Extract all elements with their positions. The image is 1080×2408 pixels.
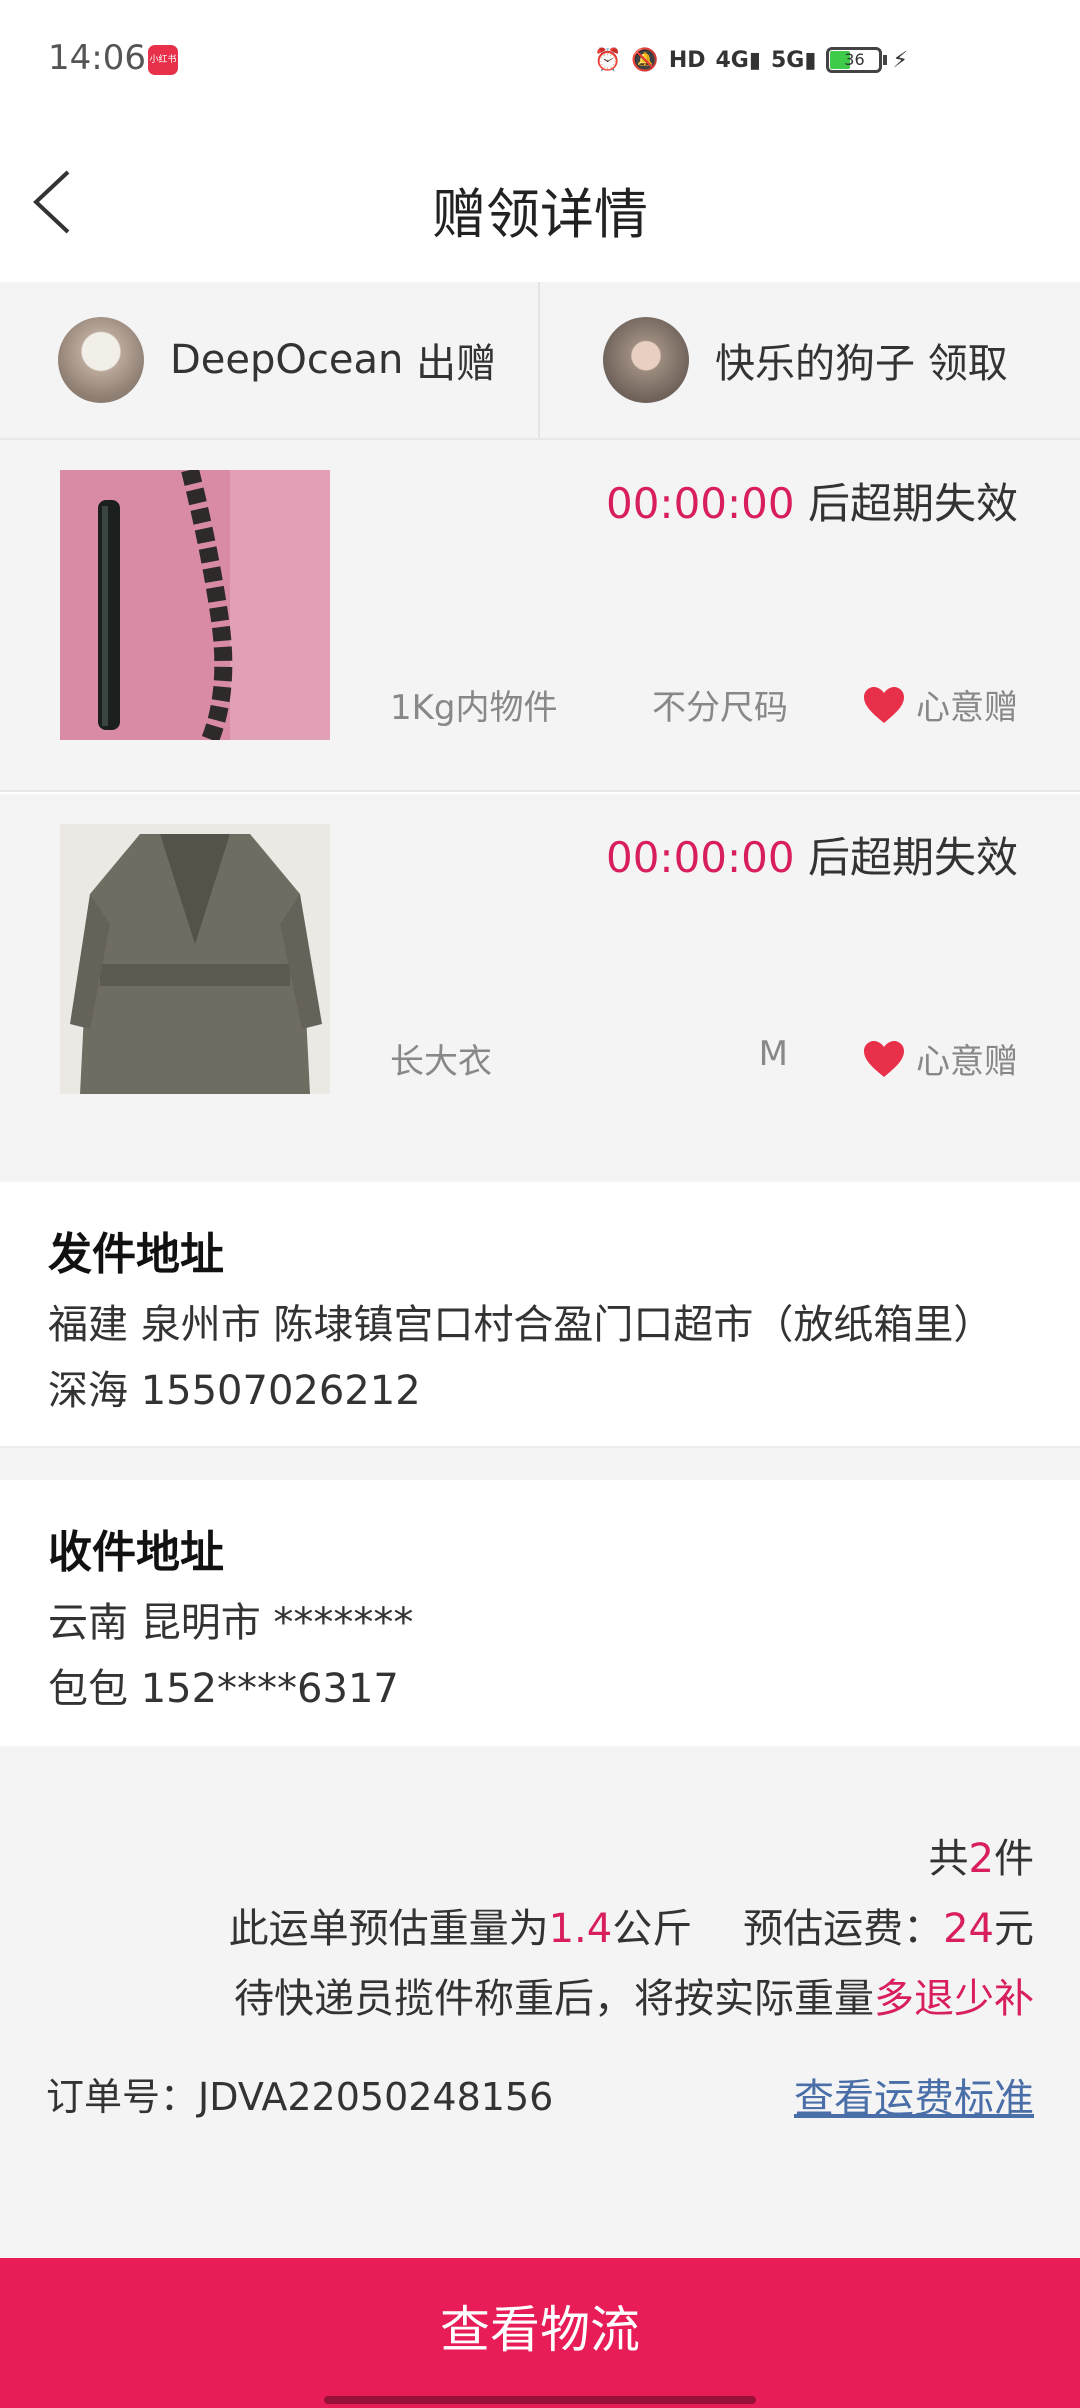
giver-action-label: 出赠 (416, 341, 497, 387)
mute-icon: 🔕 (631, 47, 659, 73)
order-label: 订单号： (46, 2075, 199, 2119)
status-bar: 14:06 小红书 ⏰ 🔕 HD 4G▮ 5G▮ 36 ⚡ (0, 0, 1080, 120)
count-suffix: 件 (994, 1836, 1034, 1882)
nav-bar: 赠领详情 (0, 120, 1080, 280)
weight-value: 1.4 (548, 1906, 613, 1952)
note-highlight: 多退少补 (874, 1976, 1034, 2022)
receiver-address-section: 收件地址 云南 昆明市 ******* 包包 152****6317 (0, 1480, 1080, 1744)
gift-type: 心意赠 (862, 1034, 1018, 1083)
countdown-value: 00:00:00 (605, 479, 795, 528)
expire-text: 后超期失效 (807, 833, 1018, 882)
giver-avatar (58, 317, 144, 403)
fee-value: 24 (943, 1906, 994, 1952)
item-name: 长大衣 (390, 1042, 492, 1082)
sender-address-title: 发件地址 (48, 1229, 224, 1280)
weight-unit: 公斤 (612, 1906, 693, 1952)
weight-prefix: 此运单预估重量为 (228, 1906, 549, 1952)
receiver-address-title: 收件地址 (48, 1527, 224, 1578)
4g-signal-icon: 4G▮ (715, 47, 761, 73)
receiver-address: 云南 昆明市 ******* (48, 1600, 414, 1646)
giver-cell[interactable]: DeepOcean 出赠 (0, 282, 540, 438)
item-meta: 1Kg内物件 不分尺码 心意赠 (390, 680, 1018, 730)
item-size: 不分尺码 (652, 688, 788, 728)
countdown-text: 00:00:00 后超期失效 (606, 824, 1018, 885)
receiver-action: 领取 (915, 331, 1008, 389)
sender-address-section: 发件地址 福建 泉州市 陈埭镇宫口村合盈门口超市（放纸箱里） 深海 155070… (0, 1182, 1080, 1446)
receiver-action-label: 领取 (927, 341, 1008, 387)
gift-type-label: 心意赠 (916, 1042, 1018, 1082)
count-value: 2 (968, 1836, 994, 1882)
receiver-avatar (603, 317, 689, 403)
fee-label: 预估运费： (743, 1906, 944, 1952)
fee-unit: 元 (994, 1906, 1034, 1952)
item-meta: 长大衣 M 心意赠 (390, 1034, 1018, 1084)
status-time: 14:06 (48, 38, 146, 78)
order-value: JDVA22050248156 (198, 2075, 554, 2119)
item-count: 共2件 (929, 1826, 1034, 1884)
gift-type: 心意赠 (862, 680, 1018, 729)
weight-fee-line: 此运单预估重量为1.4公斤 预估运费：24元 (229, 1896, 1034, 1954)
fee-standard-link[interactable]: 查看运费标准 (794, 2066, 1034, 2124)
receiver-name: 快乐的狗子 (715, 341, 915, 387)
item-thumbnail (60, 470, 330, 740)
order-summary: 共2件 此运单预估重量为1.4公斤 预估运费：24元 待快递员揽件称重后，将按实… (0, 1746, 1080, 2258)
heart-icon (864, 1040, 904, 1077)
item-size: M (758, 1034, 788, 1074)
charging-icon: ⚡ (892, 47, 908, 73)
item-name: 1Kg内物件 (390, 688, 558, 728)
gift-type-label: 心意赠 (916, 688, 1018, 728)
weight-note: 待快递员揽件称重后，将按实际重量多退少补 (234, 1966, 1034, 2024)
alarm-icon: ⏰ (594, 47, 622, 73)
hd-icon: HD (668, 47, 706, 73)
sender-address: 福建 泉州市 陈埭镇宫口村合盈门口超市（放纸箱里） (48, 1302, 994, 1348)
giver-name: DeepOcean (170, 337, 404, 383)
heart-icon (864, 686, 904, 723)
count-prefix: 共 (928, 1836, 969, 1882)
section-gap (0, 1446, 1080, 1480)
section-gap (0, 1146, 1080, 1182)
expire-text: 后超期失效 (807, 479, 1018, 528)
note-prefix: 待快递员揽件称重后，将按实际重量 (234, 1976, 874, 2022)
app-badge-icon: 小红书 (148, 45, 178, 75)
battery-level: 36 (844, 50, 865, 69)
gift-item[interactable]: 00:00:00 后超期失效 长大衣 M 心意赠 (0, 794, 1080, 1146)
countdown-text: 00:00:00 后超期失效 (606, 470, 1018, 531)
receiver-cell[interactable]: 快乐的狗子 领取 (541, 282, 1080, 438)
page-title: 赠领详情 (432, 183, 648, 246)
home-indicator (324, 2396, 756, 2404)
receiver-contact: 包包 152****6317 (48, 1666, 399, 1712)
countdown-value: 00:00:00 (605, 833, 795, 882)
gift-item[interactable]: 00:00:00 后超期失效 1Kg内物件 不分尺码 心意赠 (0, 440, 1080, 792)
users-row: DeepOcean 出赠 快乐的狗子 领取 (0, 282, 1080, 440)
order-number: 订单号：JDVA22050248156 (46, 2066, 553, 2121)
bag-strap-image (60, 470, 330, 740)
battery-icon: 36 (826, 47, 888, 73)
status-icons: ⏰ 🔕 HD 4G▮ 5G▮ 36 ⚡ (594, 40, 908, 80)
item-thumbnail (60, 824, 330, 1094)
sender-contact: 深海 15507026212 (48, 1368, 421, 1414)
giver-action: 出赠 (403, 331, 496, 389)
5g-signal-icon: 5G▮ (770, 47, 817, 73)
view-logistics-button[interactable]: 查看物流 (0, 2258, 1080, 2408)
coat-image (60, 824, 330, 1094)
